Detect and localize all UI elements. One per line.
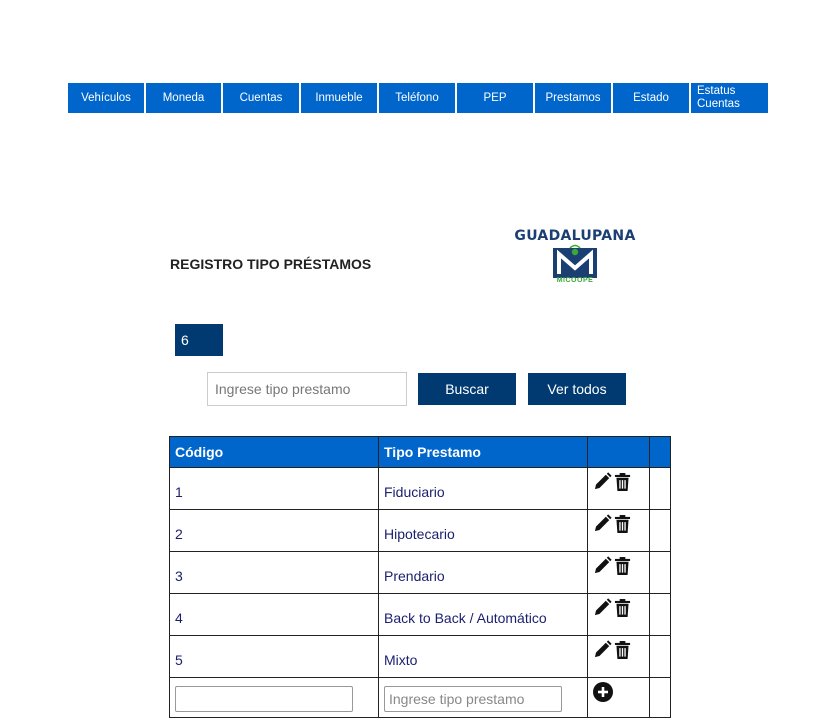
trash-icon[interactable] [614, 514, 632, 534]
new-row [169, 677, 671, 718]
pencil-icon[interactable] [593, 556, 612, 576]
cell-actions [587, 551, 650, 594]
ver-todos-button[interactable]: Ver todos [528, 373, 626, 405]
nav-item-estado[interactable]: Estado [613, 83, 689, 113]
table-row: 3 Prendario [169, 551, 671, 594]
pencil-icon[interactable] [593, 598, 612, 618]
cell-tipo: Mixto [378, 635, 588, 678]
cell-tipo: Back to Back / Automático [378, 593, 588, 636]
header-extra [649, 436, 671, 468]
trash-icon[interactable] [614, 472, 632, 492]
top-nav: Vehículos Moneda Cuentas Inmueble Teléfo… [68, 83, 768, 113]
plus-circle-icon[interactable] [593, 682, 613, 702]
header-tipo-prestamo: Tipo Prestamo [378, 436, 588, 468]
cell-tipo: Fiduciario [378, 467, 588, 510]
record-count: 6 [175, 324, 223, 356]
pencil-icon[interactable] [593, 514, 612, 534]
cell-extra [649, 635, 671, 678]
new-tipo-input[interactable] [384, 685, 562, 712]
cell-tipo: Hipotecario [378, 509, 588, 552]
nav-item-inmueble[interactable]: Inmueble [301, 83, 377, 113]
cell-extra [649, 467, 671, 510]
table-row: 1 Fiduciario [169, 467, 671, 510]
trash-icon[interactable] [614, 556, 632, 576]
cell-codigo: 2 [169, 509, 379, 552]
nav-item-estatus-cuentas[interactable]: Estatus Cuentas [691, 83, 768, 113]
new-codigo-input[interactable] [175, 685, 353, 712]
cell-codigo: 4 [169, 593, 379, 636]
cell-actions [587, 635, 650, 678]
cell-new-extra [649, 677, 671, 718]
nav-item-vehiculos[interactable]: Vehículos [68, 83, 144, 113]
trash-icon[interactable] [614, 598, 632, 618]
cell-new-codigo [169, 677, 379, 718]
pencil-icon[interactable] [593, 472, 612, 492]
loan-types-table: Código Tipo Prestamo 1 Fiduciario 2 Hipotec… [169, 436, 671, 718]
table-row: 5 Mixto [169, 635, 671, 678]
nav-item-cuentas[interactable]: Cuentas [223, 83, 299, 113]
cell-codigo: 1 [169, 467, 379, 510]
nav-item-telefono[interactable]: Teléfono [379, 83, 455, 113]
table-header-row: Código Tipo Prestamo [169, 436, 671, 468]
buscar-button[interactable]: Buscar [418, 373, 516, 405]
logo-text: GUADALUPANA [514, 228, 636, 244]
table-row: 2 Hipotecario [169, 509, 671, 552]
nav-item-moneda[interactable]: Moneda [146, 83, 221, 113]
cell-extra [649, 509, 671, 552]
nav-item-pep[interactable]: PEP [457, 83, 533, 113]
logo: GUADALUPANA MICOOPE [500, 228, 650, 290]
table-row: 4 Back to Back / Automático [169, 593, 671, 636]
trash-icon[interactable] [614, 640, 632, 660]
cell-codigo: 3 [169, 551, 379, 594]
cell-extra [649, 593, 671, 636]
cell-actions [587, 509, 650, 552]
cell-new-tipo [378, 677, 588, 718]
cell-new-actions [587, 677, 650, 718]
header-codigo: Código [169, 436, 379, 468]
cell-actions [587, 467, 650, 510]
pencil-icon[interactable] [593, 640, 612, 660]
logo-sub: MICOOPE [556, 277, 594, 284]
page-title: REGISTRO TIPO PRÉSTAMOS [170, 256, 372, 272]
cell-tipo: Prendario [378, 551, 588, 594]
search-input[interactable] [207, 372, 407, 406]
cell-extra [649, 551, 671, 594]
nav-item-prestamos[interactable]: Prestamos [535, 83, 611, 113]
logo-mark-icon [553, 244, 597, 278]
cell-actions [587, 593, 650, 636]
header-actions [587, 436, 650, 468]
cell-codigo: 5 [169, 635, 379, 678]
